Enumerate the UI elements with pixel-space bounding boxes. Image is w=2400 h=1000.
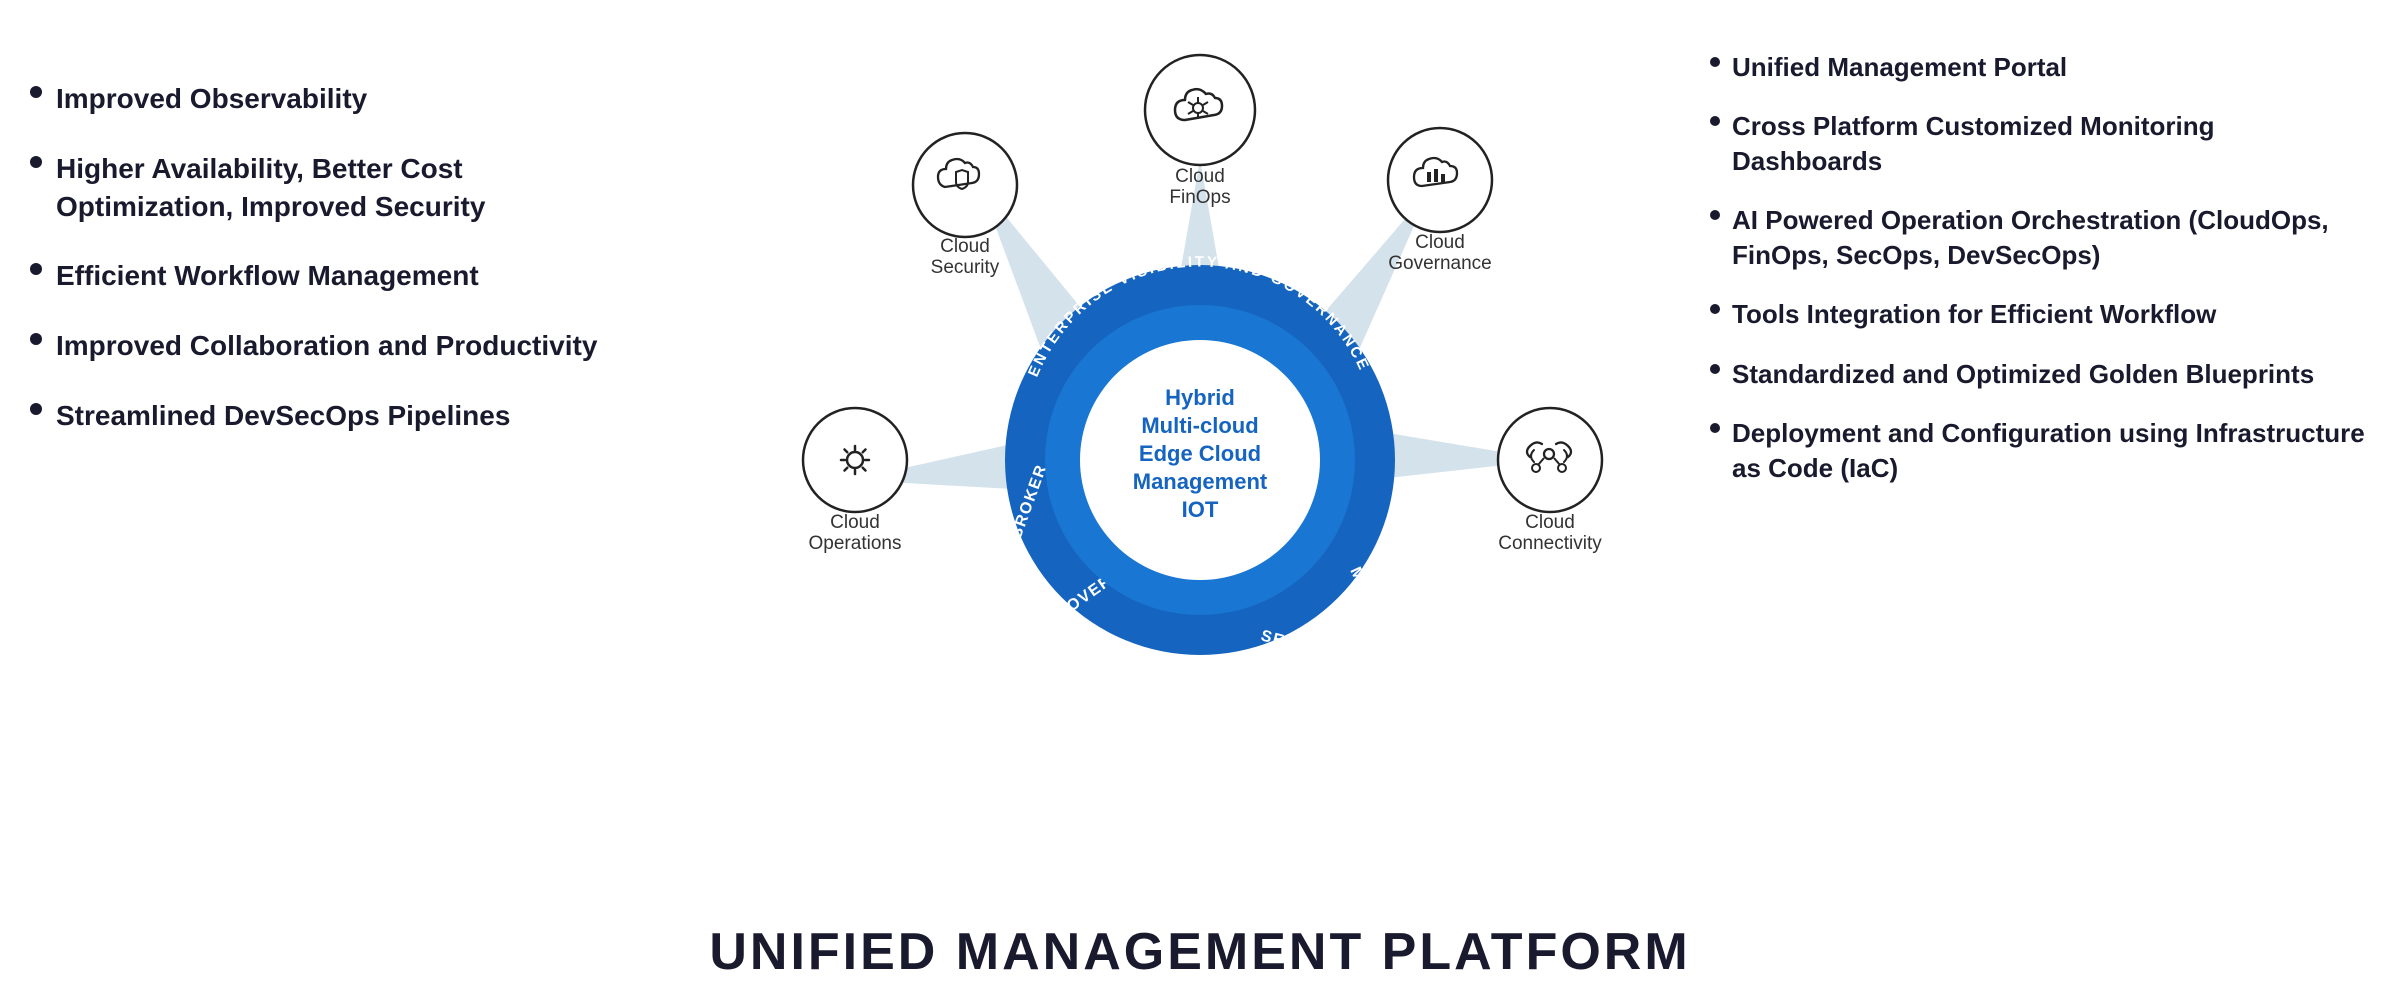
bullet-dot	[1710, 57, 1720, 67]
list-item: Efficient Workflow Management	[30, 257, 610, 295]
svg-text:Edge Cloud: Edge Cloud	[1139, 441, 1261, 466]
svg-text:Cloud: Cloud	[940, 236, 990, 257]
svg-text:Cloud: Cloud	[1175, 166, 1225, 187]
list-item: Unified Management Portal	[1710, 50, 2370, 85]
bullet-dot	[30, 333, 42, 345]
bullet-text: Deployment and Configuration using Infra…	[1732, 416, 2370, 486]
bullet-text: Cross Platform Customized Monitoring Das…	[1732, 109, 2370, 179]
svg-text:Operations: Operations	[809, 533, 902, 554]
svg-text:Security: Security	[931, 257, 1000, 278]
bullet-text: Efficient Workflow Management	[56, 257, 479, 295]
bullet-dot	[30, 403, 42, 415]
list-item: Improved Collaboration and Productivity	[30, 327, 610, 365]
list-item: Higher Availability, Better Cost Optimiz…	[30, 150, 610, 226]
svg-text:Cloud: Cloud	[830, 512, 880, 533]
svg-text:Governance: Governance	[1388, 253, 1492, 274]
bullet-text: AI Powered Operation Orchestration (Clou…	[1732, 203, 2370, 273]
list-item: Tools Integration for Efficient Workflow	[1710, 297, 2370, 332]
bullet-text: Unified Management Portal	[1732, 50, 2067, 85]
svg-text:Connectivity: Connectivity	[1498, 533, 1602, 554]
bullet-text: Higher Availability, Better Cost Optimiz…	[56, 150, 610, 226]
list-item: AI Powered Operation Orchestration (Clou…	[1710, 203, 2370, 273]
right-panel: Unified Management Portal Cross Platform…	[1710, 50, 2370, 510]
bullet-dot	[1710, 304, 1720, 314]
svg-text:FinOps: FinOps	[1169, 187, 1230, 208]
bullet-text: Tools Integration for Efficient Workflow	[1732, 297, 2216, 332]
list-item: Improved Observability	[30, 80, 610, 118]
svg-text:SECURE: SECURE	[1259, 627, 1337, 663]
bullet-dot	[30, 156, 42, 168]
bullet-text: Improved Observability	[56, 80, 367, 118]
bullet-dot	[1710, 210, 1720, 220]
bullet-dot	[1710, 364, 1720, 374]
bullet-text: Standardized and Optimized Golden Bluepr…	[1732, 357, 2314, 392]
bullet-text: Improved Collaboration and Productivity	[56, 327, 597, 365]
bullet-dot	[30, 263, 42, 275]
list-item: Streamlined DevSecOps Pipelines	[30, 397, 610, 435]
svg-text:MANAGE: MANAGE	[1346, 565, 1395, 645]
bullet-dot	[1710, 423, 1720, 433]
svg-text:IOT: IOT	[1182, 497, 1219, 522]
list-item: Cross Platform Customized Monitoring Das…	[1710, 109, 2370, 179]
bullet-text: Streamlined DevSecOps Pipelines	[56, 397, 510, 435]
center-diagram: ENTERPRISE VISIBILITY AND GOVERNANCE BRO…	[750, 30, 1650, 890]
page-title: UNIFIED MANAGEMENT PLATFORM	[709, 922, 1690, 982]
bullet-dot	[30, 86, 42, 98]
bullet-dot	[1710, 116, 1720, 126]
svg-text:Management: Management	[1133, 469, 1268, 494]
svg-text:Cloud: Cloud	[1525, 512, 1575, 533]
list-item: Deployment and Configuration using Infra…	[1710, 416, 2370, 486]
svg-text:Cloud: Cloud	[1415, 232, 1465, 253]
list-item: Standardized and Optimized Golden Bluepr…	[1710, 357, 2370, 392]
left-panel: Improved Observability Higher Availabili…	[30, 80, 610, 467]
svg-text:Multi-cloud: Multi-cloud	[1141, 413, 1258, 438]
svg-text:Hybrid: Hybrid	[1165, 385, 1235, 410]
